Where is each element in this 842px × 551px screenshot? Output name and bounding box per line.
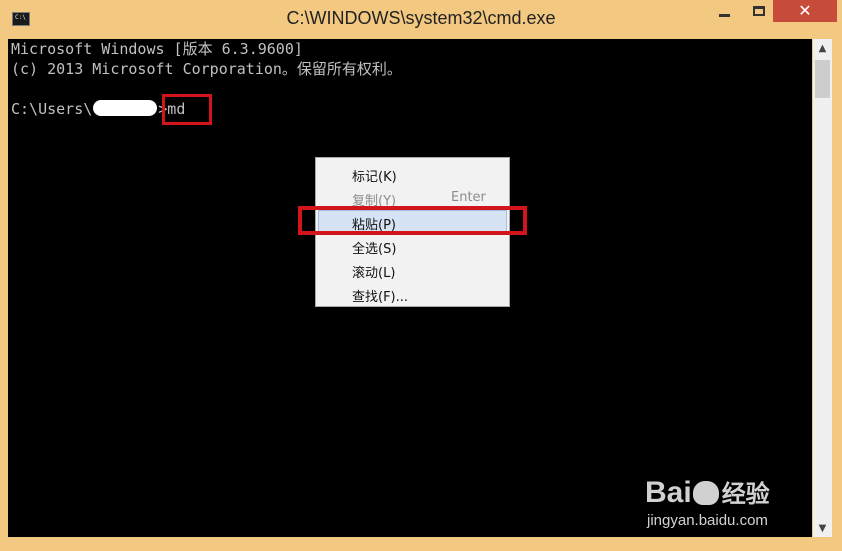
context-menu-item-label: 标记(K) <box>352 170 397 185</box>
context-menu-item-label: 全选(S) <box>352 242 397 257</box>
vertical-scrollbar[interactable]: ▲ ▼ <box>813 39 832 537</box>
close-icon: ✕ <box>798 1 812 20</box>
watermark-logo-left: Bai <box>645 476 692 509</box>
maximize-button[interactable] <box>745 0 773 22</box>
watermark-logo-right: 经验 <box>721 481 770 508</box>
cmd-window: C:\ C:\WINDOWS\system32\cmd.exe ✕ Micros… <box>0 0 842 551</box>
watermark-logo: Bai 经验 <box>645 474 770 510</box>
context-menu-item[interactable]: 查找(F)... <box>318 282 507 305</box>
scroll-thumb[interactable] <box>815 60 830 98</box>
paw-icon <box>692 481 719 505</box>
console-line-version: Microsoft Windows [版本 6.3.9600] <box>11 40 303 58</box>
watermark-url: jingyan.baidu.com <box>647 512 768 529</box>
paste-highlight-box <box>298 206 527 235</box>
maximize-icon <box>753 6 765 16</box>
context-menu-item-label: 查找(F)... <box>352 290 409 305</box>
console-line-copyright: (c) 2013 Microsoft Corporation。保留所有权利。 <box>11 60 402 78</box>
minimize-icon <box>718 13 730 17</box>
baidu-jingyan-watermark: Bai 经验 jingyan.baidu.com <box>645 458 805 533</box>
console-line-prompt: C:\Users\ >md <box>11 99 185 119</box>
title-bar[interactable]: C:\ C:\WINDOWS\system32\cmd.exe ✕ <box>0 0 842 38</box>
context-menu-item-label: 滚动(L) <box>352 266 396 281</box>
close-button[interactable]: ✕ <box>773 0 837 22</box>
redacted-username <box>93 100 158 116</box>
context-menu-item-shortcut: Enter <box>451 190 486 205</box>
context-menu-item[interactable]: 全选(S) <box>318 234 507 257</box>
prompt-prefix: C:\Users\ <box>11 100 93 118</box>
context-menu-item[interactable]: 滚动(L) <box>318 258 507 281</box>
scroll-down-arrow-icon[interactable]: ▼ <box>813 519 832 537</box>
minimize-button[interactable] <box>703 0 745 22</box>
command-highlight-box <box>162 94 212 125</box>
context-menu-item[interactable]: 标记(K) <box>318 162 507 185</box>
scroll-up-arrow-icon[interactable]: ▲ <box>813 39 832 57</box>
